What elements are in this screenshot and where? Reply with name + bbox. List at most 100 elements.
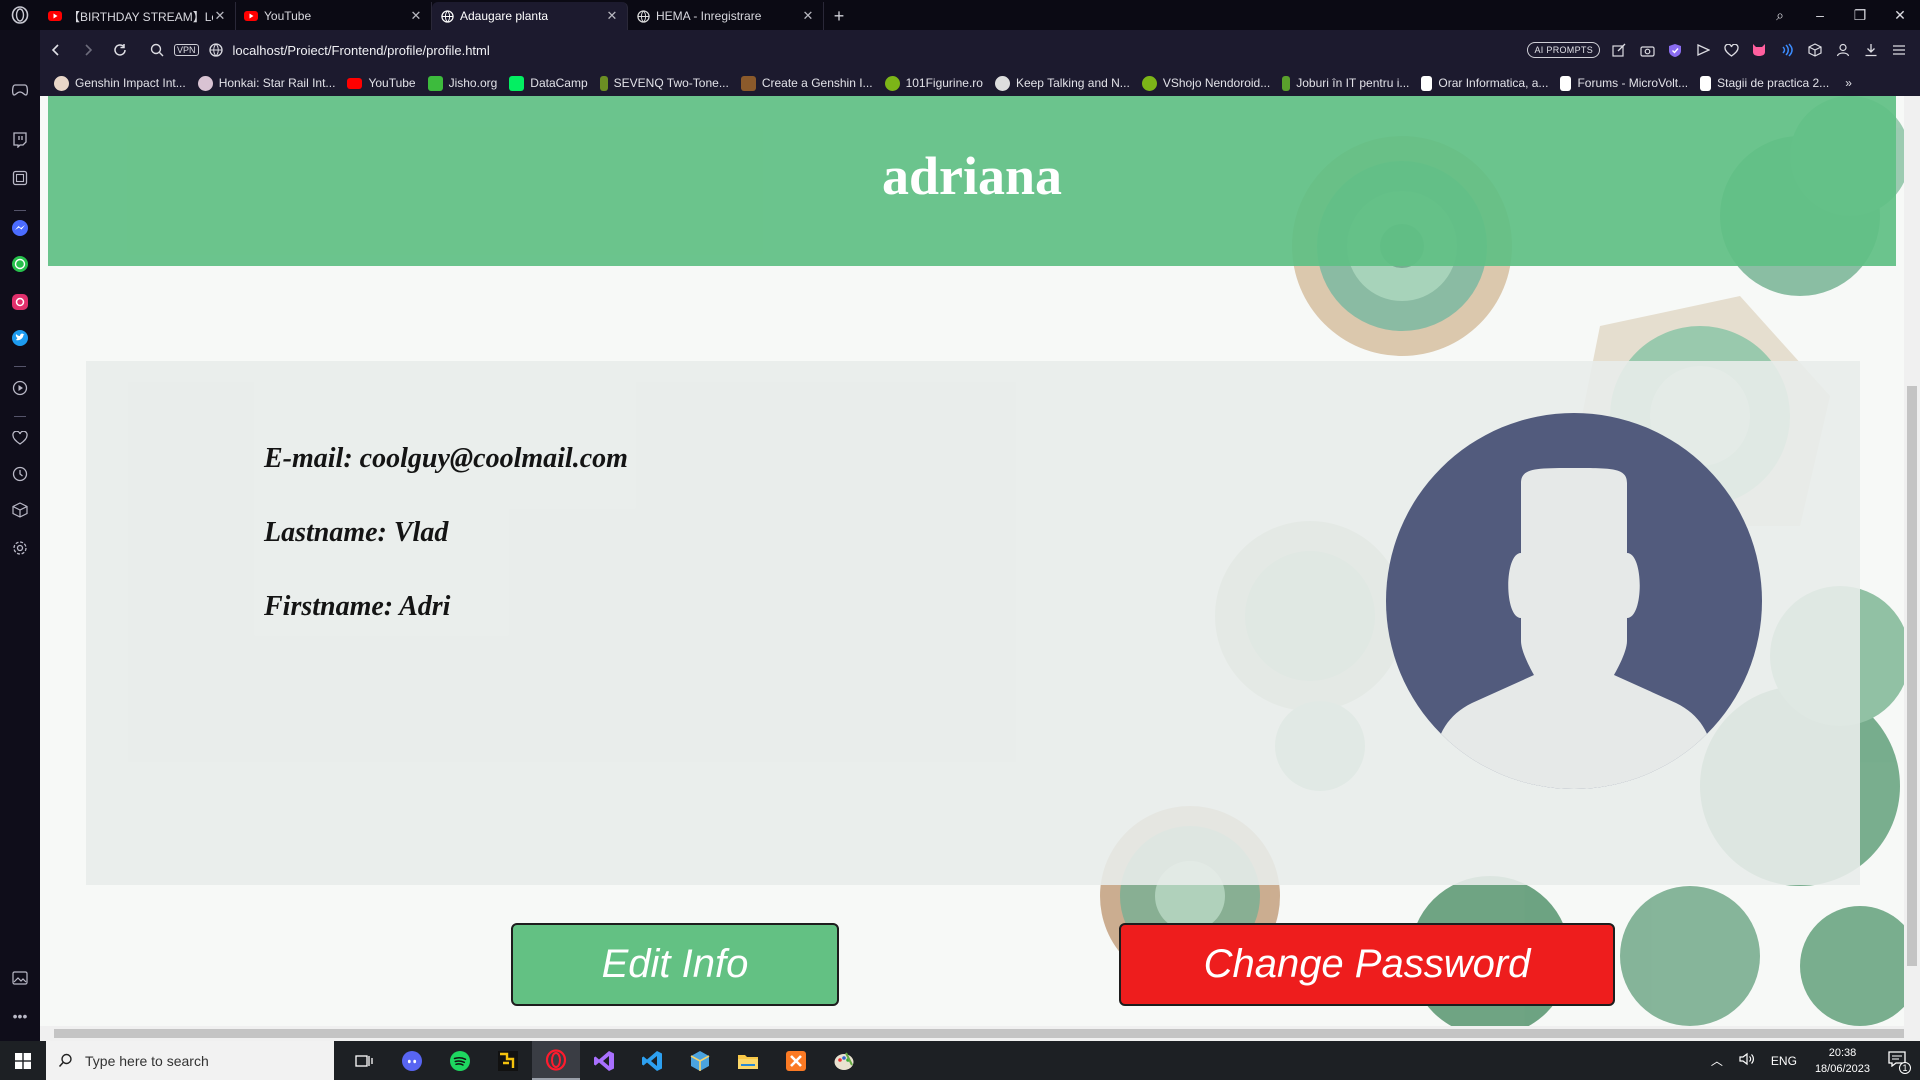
bookmark-item[interactable]: Joburi în IT pentru i... (1282, 75, 1409, 91)
vpn-badge[interactable]: VPN (174, 44, 199, 56)
new-tab-button[interactable]: + (824, 2, 854, 30)
profile-info-card: E-mail: coolguy@coolmail.com Lastname: V… (86, 361, 1860, 885)
bookmark-item[interactable]: Genshin Impact Int... (54, 75, 186, 91)
horizontal-scrollbar[interactable] (40, 1026, 1920, 1041)
username-title: adriana (881, 146, 1063, 206)
clock-time: 20:38 (1828, 1046, 1857, 1059)
xampp-icon[interactable] (772, 1041, 820, 1080)
vertical-scrollbar[interactable] (1904, 96, 1920, 1026)
restore-button[interactable]: ❐ (1840, 7, 1880, 24)
bookmark-favicon-icon (1141, 75, 1157, 91)
close-tab-icon[interactable]: ✕ (409, 8, 423, 24)
bookmark-item[interactable]: Stagii de practica 2... (1700, 75, 1829, 91)
tab-youtube[interactable]: YouTube ✕ (236, 2, 432, 30)
history-icon[interactable] (10, 464, 30, 484)
tab-hema-inregistrare[interactable]: HEMA - Inregistrare ✕ (628, 2, 824, 30)
close-tab-icon[interactable]: ✕ (213, 8, 227, 24)
clock[interactable]: 20:38 18/06/2023 (1815, 1045, 1870, 1077)
search-icon (58, 1053, 72, 1068)
send-icon[interactable] (1694, 41, 1712, 59)
reload-button[interactable] (104, 34, 136, 66)
firstname-line: Firstname: Adri (264, 591, 451, 622)
cube-icon[interactable] (1806, 41, 1824, 59)
cube-icon[interactable] (10, 500, 30, 520)
search-tabs-icon[interactable]: ⌕ (1760, 7, 1800, 24)
ai-prompts-button[interactable]: AI PROMPTS (1527, 42, 1600, 58)
shield-icon[interactable] (1666, 41, 1684, 59)
url-field[interactable]: VPN localhost/Proiect/Frontend/profile/p… (150, 35, 1527, 65)
edit-icon[interactable] (1610, 41, 1628, 59)
discord-icon[interactable] (388, 1041, 436, 1080)
volume-icon[interactable] (1739, 1052, 1755, 1069)
close-tab-icon[interactable]: ✕ (605, 8, 619, 24)
window-controls: ⌕ – ❐ ✕ (1760, 0, 1920, 30)
bookmark-item[interactable]: Honkai: Star Rail Int... (197, 75, 335, 91)
heart-icon[interactable] (1722, 41, 1740, 59)
task-view-icon[interactable] (340, 1041, 388, 1080)
minimize-button[interactable]: – (1800, 7, 1840, 23)
package-icon[interactable] (676, 1041, 724, 1080)
audio-extension-icon[interactable] (1778, 41, 1796, 59)
bookmark-item[interactable]: Orar Informatica, a... (1421, 75, 1548, 91)
notification-icon[interactable]: 1 (1888, 1051, 1911, 1074)
twitter-icon[interactable] (10, 328, 30, 348)
chevron-up-icon[interactable]: ︿ (1711, 1052, 1723, 1069)
twitch-icon[interactable] (10, 130, 30, 150)
camera-icon[interactable] (1638, 41, 1656, 59)
bookmark-item[interactable]: Keep Talking and N... (994, 75, 1130, 91)
gallery-icon[interactable] (10, 168, 30, 188)
paint-icon[interactable] (820, 1041, 868, 1080)
download-icon[interactable] (1862, 41, 1880, 59)
tab-title: 【BIRTHDAY STREAM】Let's P (68, 9, 213, 24)
globe-icon[interactable] (208, 43, 223, 57)
scrollbar-thumb[interactable] (54, 1029, 1904, 1038)
language-indicator[interactable]: ENG (1771, 1054, 1797, 1068)
messenger-icon[interactable] (10, 218, 30, 238)
bookmark-item[interactable]: SEVENQ Two-Tone... (599, 75, 729, 91)
opera-logo-icon[interactable] (0, 0, 40, 30)
bookmark-item[interactable]: DataCamp (509, 75, 588, 91)
extension-cat-icon[interactable] (1750, 41, 1768, 59)
search-icon[interactable] (150, 43, 164, 57)
visual-studio-icon[interactable] (580, 1041, 628, 1080)
windows-start-icon[interactable] (0, 1041, 46, 1080)
vscode-icon[interactable] (628, 1041, 676, 1080)
opera-icon[interactable] (532, 1041, 580, 1080)
gamepad-icon[interactable] (10, 80, 30, 100)
close-window-button[interactable]: ✕ (1880, 7, 1920, 24)
document-icon (1560, 75, 1572, 91)
close-tab-icon[interactable]: ✕ (801, 8, 815, 24)
taskbar-search-input[interactable]: Type here to search (46, 1041, 334, 1080)
heart-icon[interactable] (10, 428, 30, 448)
profile-icon[interactable] (1834, 41, 1852, 59)
avatar (1386, 413, 1762, 789)
bookmark-item[interactable]: 101Figurine.ro (884, 75, 983, 91)
bookmark-item[interactable]: VShojo Nendoroid... (1141, 75, 1270, 91)
app-icon-yellow[interactable] (484, 1041, 532, 1080)
instagram-icon[interactable] (10, 292, 30, 312)
file-explorer-icon[interactable] (724, 1041, 772, 1080)
settings-icon[interactable] (10, 538, 30, 558)
bookmark-item[interactable]: Create a Genshin I... (740, 75, 873, 91)
bookmarks-bar: Genshin Impact Int... Honkai: Star Rail … (40, 70, 1920, 96)
player-icon[interactable] (10, 378, 30, 398)
tab-adaugare-planta[interactable]: Adaugare planta ✕ (432, 2, 628, 30)
url-text[interactable]: localhost/Proiect/Frontend/profile/profi… (233, 43, 490, 58)
bookmarks-overflow-icon[interactable]: » (1845, 76, 1852, 90)
forward-button[interactable] (72, 34, 104, 66)
menu-icon[interactable] (1890, 41, 1908, 59)
change-password-button[interactable]: Change Password (1119, 923, 1615, 1006)
bookmark-item[interactable]: Forums - MicroVolt... (1560, 75, 1688, 91)
edit-info-button[interactable]: Edit Info (511, 923, 839, 1006)
more-icon[interactable]: ••• (10, 1006, 30, 1026)
notification-count: 1 (1899, 1062, 1911, 1074)
wallpaper-icon[interactable] (10, 968, 30, 988)
spotify-icon[interactable] (436, 1041, 484, 1080)
youtube-icon (347, 77, 363, 89)
scrollbar-thumb[interactable] (1907, 386, 1917, 966)
tab-birthday-stream[interactable]: 【BIRTHDAY STREAM】Let's P ✕ (40, 2, 236, 30)
whatsapp-icon[interactable] (10, 254, 30, 274)
back-button[interactable] (40, 34, 72, 66)
bookmark-item[interactable]: Jisho.org (427, 75, 497, 91)
bookmark-item[interactable]: YouTube (347, 76, 416, 90)
